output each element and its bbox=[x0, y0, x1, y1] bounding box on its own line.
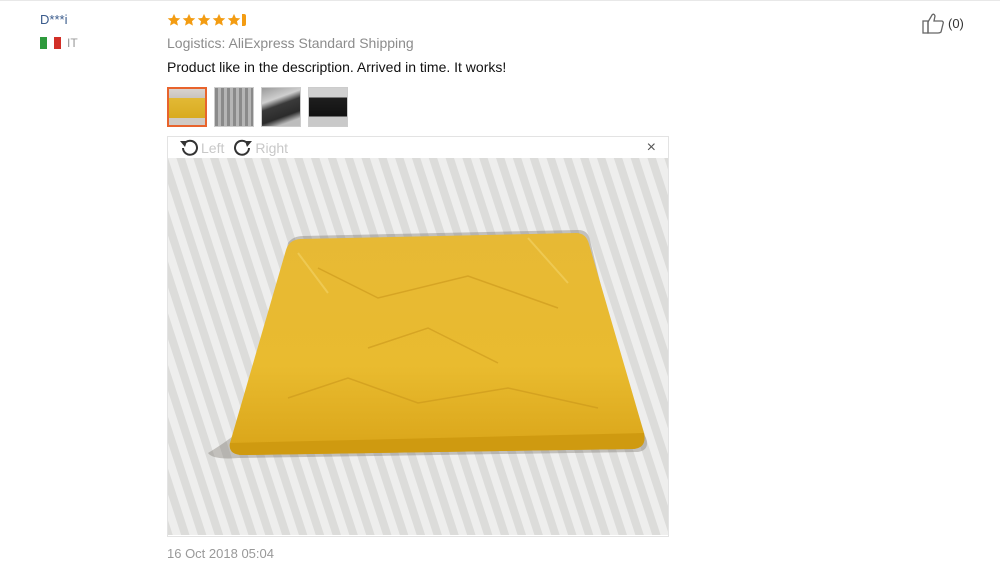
star-icon bbox=[212, 13, 226, 26]
rotate-left-button[interactable]: Left bbox=[178, 138, 224, 158]
divider bbox=[0, 0, 1000, 1]
star-icon bbox=[227, 13, 241, 26]
thumbnail-4[interactable] bbox=[308, 87, 348, 127]
thumbs-up-icon bbox=[922, 13, 944, 34]
rotate-left-icon bbox=[180, 139, 198, 156]
reviewer-info: D***i IT bbox=[40, 12, 78, 50]
italy-flag-icon bbox=[40, 37, 61, 49]
rating-stars bbox=[167, 13, 246, 27]
review-photo bbox=[168, 158, 668, 535]
rotate-left-label: Left bbox=[201, 139, 225, 156]
review-text: Product like in the description. Arrived… bbox=[167, 59, 507, 75]
reviewer-name[interactable]: D***i bbox=[40, 12, 78, 27]
close-viewer-button[interactable]: × bbox=[647, 139, 656, 157]
viewer-toolbar: Left Right × bbox=[168, 137, 668, 158]
photo-thumbnails bbox=[167, 87, 355, 127]
thumbnail-2[interactable] bbox=[214, 87, 254, 127]
helpful-button[interactable]: (0) bbox=[922, 12, 964, 34]
rotate-right-button[interactable]: Right bbox=[232, 138, 288, 158]
country-code: IT bbox=[67, 36, 78, 50]
thumbnail-1[interactable] bbox=[167, 87, 207, 127]
logistics-info: Logistics: AliExpress Standard Shipping bbox=[167, 35, 414, 51]
star-end-mark bbox=[242, 14, 246, 26]
reviewer-country: IT bbox=[40, 36, 78, 50]
thumbnail-3[interactable] bbox=[261, 87, 301, 127]
star-icon bbox=[167, 13, 181, 26]
star-icon bbox=[197, 13, 211, 26]
rotate-right-label: Right bbox=[255, 139, 289, 156]
review-photo-image bbox=[168, 158, 668, 535]
star-icon bbox=[182, 13, 196, 26]
review-date: 16 Oct 2018 05:04 bbox=[167, 546, 274, 561]
photo-viewer: Left Right × bbox=[167, 136, 669, 537]
rotate-right-icon bbox=[234, 139, 253, 156]
helpful-count: (0) bbox=[948, 15, 964, 31]
